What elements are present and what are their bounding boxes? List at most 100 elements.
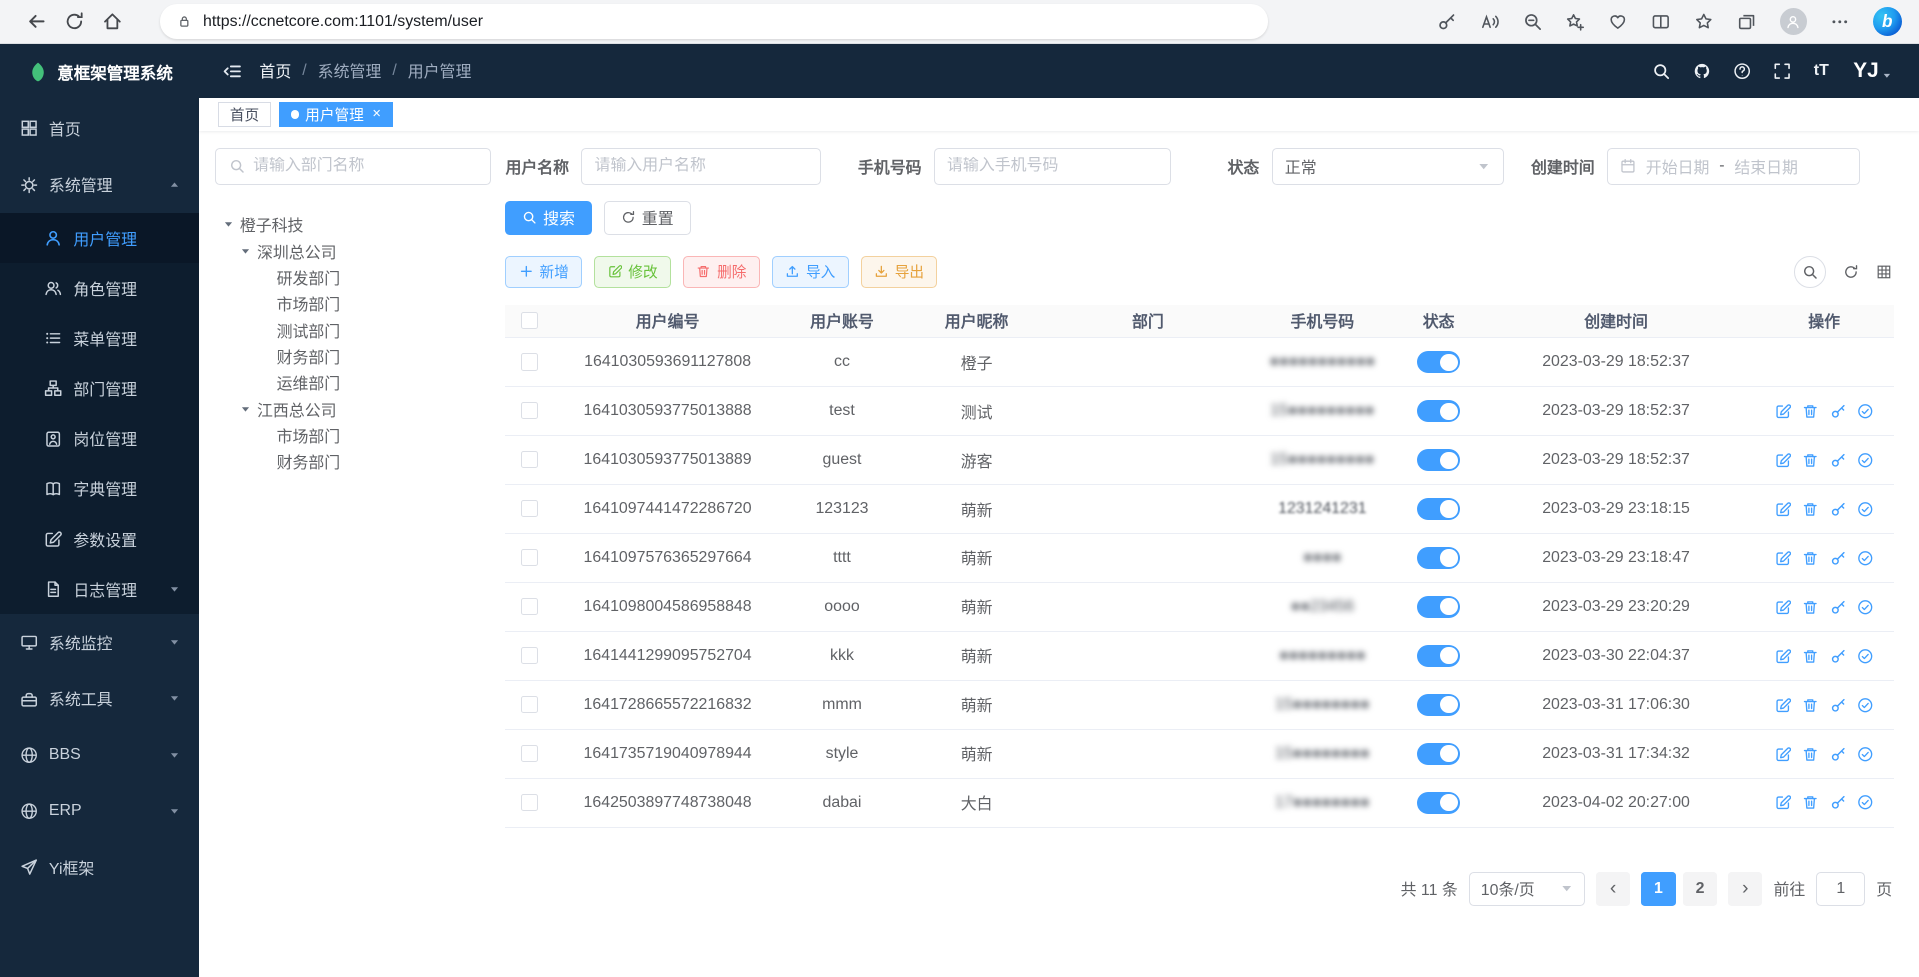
row-checkbox[interactable] (521, 696, 538, 713)
sidebar-item-dept-management[interactable]: 部门管理 (0, 363, 199, 413)
tree-node[interactable]: 运维部门 (215, 370, 490, 396)
tree-node[interactable]: 研发部门 (215, 264, 490, 290)
row-checkbox[interactable] (521, 745, 538, 762)
edit-icon[interactable] (1775, 501, 1792, 518)
caret-down-icon[interactable] (240, 246, 251, 257)
department-search[interactable] (215, 148, 490, 185)
trash-icon[interactable] (1802, 452, 1819, 469)
sidebar-item-param-settings[interactable]: 参数设置 (0, 514, 199, 564)
home-icon[interactable] (102, 11, 123, 32)
edit-button[interactable]: 修改 (594, 256, 671, 288)
github-icon[interactable] (1693, 62, 1711, 80)
url-text[interactable]: https://ccnetcore.com:1101/system/user (203, 13, 483, 31)
profile-avatar[interactable] (1780, 8, 1807, 35)
edit-icon[interactable] (1775, 746, 1792, 763)
edit-icon[interactable] (1775, 403, 1792, 420)
department-search-input[interactable] (253, 157, 477, 175)
key-icon[interactable] (1830, 648, 1847, 665)
row-checkbox[interactable] (521, 451, 538, 468)
sidebar-item-system-monitor[interactable]: 系统监控 (0, 614, 199, 670)
phone-input-field[interactable] (947, 157, 1158, 175)
favorites-icon[interactable] (1694, 12, 1714, 32)
add-button[interactable]: 新增 (505, 256, 582, 288)
status-toggle[interactable] (1417, 743, 1460, 765)
trash-icon[interactable] (1802, 697, 1819, 714)
key-icon[interactable] (1437, 12, 1457, 32)
trash-icon[interactable] (1802, 648, 1819, 665)
site-logo[interactable]: YJ (1853, 59, 1892, 83)
key-icon[interactable] (1830, 599, 1847, 616)
page-button-1[interactable]: 1 (1641, 872, 1675, 906)
status-toggle[interactable] (1417, 645, 1460, 667)
trash-icon[interactable] (1802, 550, 1819, 567)
delete-button[interactable]: 删除 (683, 256, 760, 288)
sidebar-item-log-management[interactable]: 日志管理 (0, 564, 199, 614)
fullscreen-icon[interactable] (1773, 62, 1791, 80)
tree-node[interactable]: 江西总公司 (215, 396, 490, 422)
tree-node[interactable]: 测试部门 (215, 317, 490, 343)
tab-close-icon[interactable]: × (372, 106, 381, 122)
check-circle-icon[interactable] (1857, 599, 1874, 616)
goto-page-input[interactable] (1816, 872, 1865, 906)
page-button-2[interactable]: 2 (1683, 872, 1717, 906)
tree-node[interactable]: 市场部门 (215, 291, 490, 317)
check-circle-icon[interactable] (1857, 452, 1874, 469)
page-size-select[interactable]: 10条/页 (1469, 872, 1585, 906)
key-icon[interactable] (1830, 550, 1847, 567)
back-icon[interactable] (26, 11, 47, 32)
sidebar-item-role-management[interactable]: 角色管理 (0, 263, 199, 313)
caret-down-icon[interactable] (240, 404, 251, 415)
tree-node[interactable]: 市场部门 (215, 422, 490, 448)
sidebar-item-user-management[interactable]: 用户管理 (0, 213, 199, 263)
reset-button[interactable]: 重置 (604, 201, 690, 235)
check-circle-icon[interactable] (1857, 501, 1874, 518)
sidebar-item-home[interactable]: 首页 (0, 100, 199, 156)
row-checkbox[interactable] (521, 598, 538, 615)
sidebar-item-system-tools[interactable]: 系统工具 (0, 671, 199, 727)
trash-icon[interactable] (1802, 746, 1819, 763)
prev-page-button[interactable]: ‹ (1596, 872, 1630, 906)
username-input[interactable] (581, 148, 821, 185)
menu-fold-icon[interactable] (222, 61, 243, 82)
status-toggle[interactable] (1417, 449, 1460, 471)
key-icon[interactable] (1830, 746, 1847, 763)
font-size-icon[interactable]: tT (1814, 62, 1829, 80)
sidebar-item-system-management[interactable]: 系统管理 (0, 157, 199, 213)
tab-home[interactable]: 首页 (218, 102, 271, 128)
read-aloud-icon[interactable] (1480, 12, 1500, 32)
zoom-icon[interactable] (1523, 12, 1543, 32)
breadcrumb-item[interactable]: 首页 (259, 59, 291, 82)
edit-icon[interactable] (1775, 697, 1792, 714)
check-circle-icon[interactable] (1857, 550, 1874, 567)
tree-node[interactable]: 财务部门 (215, 343, 490, 369)
more-icon[interactable] (1830, 12, 1850, 32)
search-icon[interactable] (1652, 62, 1670, 80)
trash-icon[interactable] (1802, 794, 1819, 811)
breadcrumb-item[interactable]: 用户管理 (408, 59, 472, 82)
row-checkbox[interactable] (521, 353, 538, 370)
date-range-picker[interactable]: 开始日期 - 结束日期 (1607, 148, 1860, 185)
breadcrumb-item[interactable]: 系统管理 (318, 59, 382, 82)
key-icon[interactable] (1830, 501, 1847, 518)
sidebar-item-erp[interactable]: ERP (0, 783, 199, 839)
edit-icon[interactable] (1775, 794, 1792, 811)
app-logo[interactable]: 意框架管理系统 (0, 44, 199, 100)
key-icon[interactable] (1830, 403, 1847, 420)
refresh-icon[interactable] (1843, 264, 1859, 280)
tree-node[interactable]: 深圳总公司 (215, 238, 490, 264)
sidebar-item-dict-management[interactable]: 字典管理 (0, 464, 199, 514)
question-icon[interactable] (1733, 62, 1751, 80)
split-screen-icon[interactable] (1651, 12, 1671, 32)
check-circle-icon[interactable] (1857, 648, 1874, 665)
bing-icon[interactable]: b (1873, 7, 1902, 36)
status-toggle[interactable] (1417, 351, 1460, 373)
sidebar-item-yi-framework[interactable]: Yi框架 (0, 840, 199, 896)
import-button[interactable]: 导入 (772, 256, 849, 288)
favorite-add-icon[interactable] (1565, 12, 1585, 32)
status-toggle[interactable] (1417, 792, 1460, 814)
address-bar[interactable]: https://ccnetcore.com:1101/system/user (160, 4, 1268, 38)
caret-down-icon[interactable] (223, 219, 234, 230)
edit-icon[interactable] (1775, 452, 1792, 469)
trash-icon[interactable] (1802, 501, 1819, 518)
edit-icon[interactable] (1775, 550, 1792, 567)
